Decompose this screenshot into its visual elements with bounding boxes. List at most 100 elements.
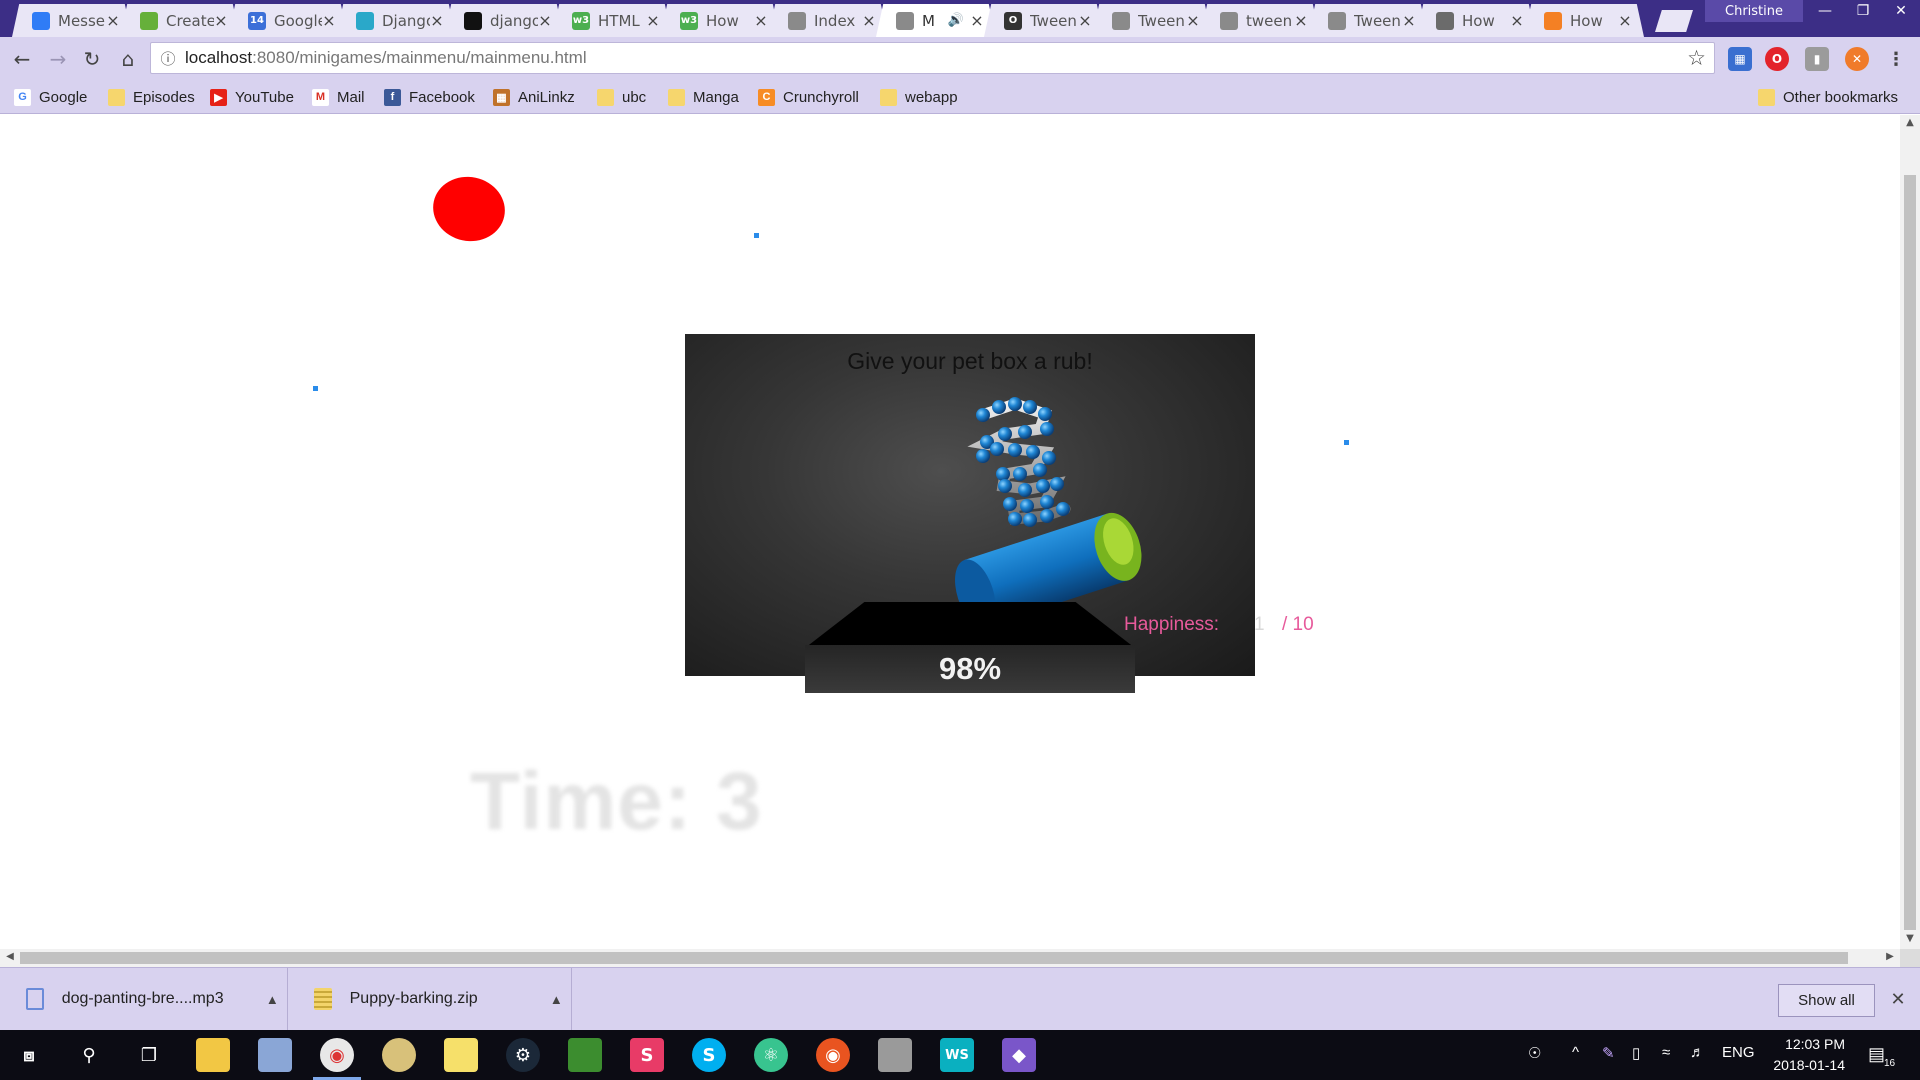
database-icon[interactable] bbox=[878, 1038, 912, 1072]
search-icon[interactable]: ⚲ bbox=[72, 1038, 106, 1072]
scroll-left-icon[interactable]: ◀ bbox=[0, 951, 20, 962]
close-tab-icon[interactable]: × bbox=[1618, 11, 1632, 30]
tab-8[interactable]: M 🔊 × bbox=[876, 4, 996, 37]
info-icon[interactable]: ⓘ bbox=[151, 48, 185, 69]
app-icon[interactable] bbox=[258, 1038, 292, 1072]
tab-10[interactable]: Tween × bbox=[1092, 4, 1212, 37]
close-tab-icon[interactable]: × bbox=[1078, 11, 1092, 30]
extension-icon[interactable]: ▮ bbox=[1805, 47, 1829, 71]
close-tab-icon[interactable]: × bbox=[214, 11, 228, 30]
close-tab-icon[interactable]: × bbox=[322, 11, 336, 30]
close-tab-icon[interactable]: × bbox=[970, 11, 984, 30]
opera-extension-icon[interactable]: O bbox=[1765, 47, 1789, 71]
restore-icon[interactable]: ❐ bbox=[1844, 0, 1882, 22]
close-tab-icon[interactable]: × bbox=[1186, 11, 1200, 30]
wifi-icon[interactable]: ≈ bbox=[1662, 1044, 1670, 1061]
menu-kebab-icon[interactable]: ⋮ bbox=[1884, 47, 1908, 71]
tab-2[interactable]: 14 Google Calendar× bbox=[228, 4, 348, 37]
webstorm-icon[interactable]: WS bbox=[940, 1038, 974, 1072]
extension-orange-icon[interactable]: ✕ bbox=[1845, 47, 1869, 71]
tab-5[interactable]: w3 HTML × bbox=[552, 4, 672, 37]
system-clock[interactable]: 12:03 PM 2018-01-14 bbox=[1755, 1034, 1845, 1076]
close-tab-icon[interactable]: × bbox=[430, 11, 444, 30]
tab-14[interactable]: How × bbox=[1524, 4, 1644, 37]
scroll-right-icon[interactable]: ▶ bbox=[1880, 951, 1900, 962]
close-tab-icon[interactable]: × bbox=[646, 11, 660, 30]
vertical-scroll-thumb[interactable] bbox=[1904, 175, 1916, 930]
tab-11[interactable]: tween × bbox=[1200, 4, 1320, 37]
slack-icon[interactable]: S bbox=[630, 1038, 664, 1072]
bookmark-8[interactable]: C Crunchyroll bbox=[758, 87, 859, 107]
bookmark-9[interactable]: webapp bbox=[880, 87, 958, 107]
bookmark-6[interactable]: ubc bbox=[597, 87, 646, 107]
bookmark-5[interactable]: ▦ AniLinkz bbox=[493, 87, 575, 107]
paint-icon[interactable] bbox=[382, 1038, 416, 1072]
chevron-up-icon[interactable]: ▲ bbox=[258, 992, 287, 1007]
address-bar[interactable]: ⓘ localhost:8080/minigames/mainmenu/main… bbox=[150, 42, 1715, 74]
home-icon[interactable]: ⌂ bbox=[114, 45, 142, 73]
bookmark-1[interactable]: Episodes bbox=[108, 87, 195, 107]
new-tab-button[interactable] bbox=[1655, 10, 1693, 32]
chevron-up-icon[interactable]: ^ bbox=[1572, 1044, 1579, 1061]
back-arrow-icon[interactable]: ← bbox=[8, 45, 36, 73]
close-tab-icon[interactable]: × bbox=[862, 11, 876, 30]
tab-1[interactable]: Create × bbox=[120, 4, 240, 37]
download-item[interactable]: dog-panting-bre....mp3 ▲ bbox=[0, 968, 288, 1030]
minimize-icon[interactable]: — bbox=[1806, 0, 1844, 22]
youtube-icon: ▶ bbox=[210, 88, 227, 106]
file-explorer-icon[interactable] bbox=[196, 1038, 230, 1072]
tab-0[interactable]: Messenger× bbox=[12, 4, 132, 37]
tab-12[interactable]: Tween × bbox=[1308, 4, 1428, 37]
task-view-icon[interactable]: ❐ bbox=[132, 1038, 166, 1072]
bookmark-3[interactable]: M Mail bbox=[312, 87, 365, 107]
close-window-icon[interactable]: ✕ bbox=[1882, 0, 1920, 22]
skype-icon[interactable]: S bbox=[692, 1038, 726, 1072]
tab-3[interactable]: Django × bbox=[336, 4, 456, 37]
language-indicator[interactable]: ENG bbox=[1722, 1044, 1755, 1061]
bookmark-4[interactable]: f Facebook bbox=[384, 87, 475, 107]
speaker-icon[interactable]: 🔊 bbox=[948, 13, 964, 28]
close-tab-icon[interactable]: × bbox=[1294, 11, 1308, 30]
tab-7[interactable]: Index × bbox=[768, 4, 888, 37]
close-tab-icon[interactable]: × bbox=[1510, 11, 1524, 30]
close-tab-icon[interactable]: × bbox=[538, 11, 552, 30]
windows-start-icon[interactable]: ⧈ bbox=[12, 1038, 46, 1072]
close-tab-icon[interactable]: × bbox=[1402, 11, 1416, 30]
other-bookmarks[interactable]: Other bookmarks bbox=[1758, 87, 1898, 107]
scroll-up-icon[interactable]: ▲ bbox=[1900, 117, 1920, 128]
atom-icon[interactable]: ⚛ bbox=[754, 1038, 788, 1072]
chrome-icon[interactable]: ◉ bbox=[320, 1038, 354, 1072]
close-icon[interactable]: ✕ bbox=[1885, 986, 1911, 1012]
ubuntu-icon[interactable]: ◉ bbox=[816, 1038, 850, 1072]
forward-arrow-icon[interactable]: → bbox=[44, 45, 72, 73]
close-tab-icon[interactable]: × bbox=[106, 11, 120, 30]
profile-button[interactable]: Christine bbox=[1705, 0, 1803, 22]
spreadsheet-icon[interactable] bbox=[568, 1038, 602, 1072]
close-tab-icon[interactable]: × bbox=[754, 11, 768, 30]
notification-icon[interactable]: ▤ bbox=[1868, 1044, 1885, 1065]
tab-6[interactable]: w3 How × bbox=[660, 4, 780, 37]
gitkraken-icon[interactable]: ◆ bbox=[1002, 1038, 1036, 1072]
pen-icon[interactable]: ✎ bbox=[1602, 1044, 1615, 1062]
bookmark-0[interactable]: G Google bbox=[14, 87, 87, 107]
vertical-scrollbar[interactable]: ▲ ▼ bbox=[1900, 115, 1920, 949]
tab-4[interactable]: django × bbox=[444, 4, 564, 37]
sticky-notes-icon[interactable] bbox=[444, 1038, 478, 1072]
download-item[interactable]: Puppy-barking.zip ▲ bbox=[288, 968, 572, 1030]
volume-icon[interactable]: ♬ bbox=[1690, 1044, 1705, 1061]
calendar-extension-icon[interactable]: ▦ bbox=[1728, 47, 1752, 71]
show-all-button[interactable]: Show all bbox=[1778, 984, 1875, 1017]
scroll-down-icon[interactable]: ▼ bbox=[1900, 933, 1920, 944]
bookmark-star-icon[interactable]: ☆ bbox=[1687, 46, 1706, 70]
bookmark-7[interactable]: Manga bbox=[668, 87, 739, 107]
people-icon[interactable]: ☉ bbox=[1528, 1044, 1541, 1062]
horizontal-scrollbar[interactable]: ◀ ▶ bbox=[0, 949, 1900, 967]
bookmark-2[interactable]: ▶ YouTube bbox=[210, 87, 294, 107]
horizontal-scroll-thumb[interactable] bbox=[20, 952, 1848, 964]
battery-icon[interactable]: ▯ bbox=[1632, 1044, 1640, 1062]
tab-13[interactable]: How × bbox=[1416, 4, 1536, 37]
steam-icon[interactable]: ⚙ bbox=[506, 1038, 540, 1072]
chevron-up-icon[interactable]: ▲ bbox=[542, 992, 571, 1007]
tab-9[interactable]: O Tween × bbox=[984, 4, 1104, 37]
reload-icon[interactable]: ↻ bbox=[78, 45, 106, 73]
